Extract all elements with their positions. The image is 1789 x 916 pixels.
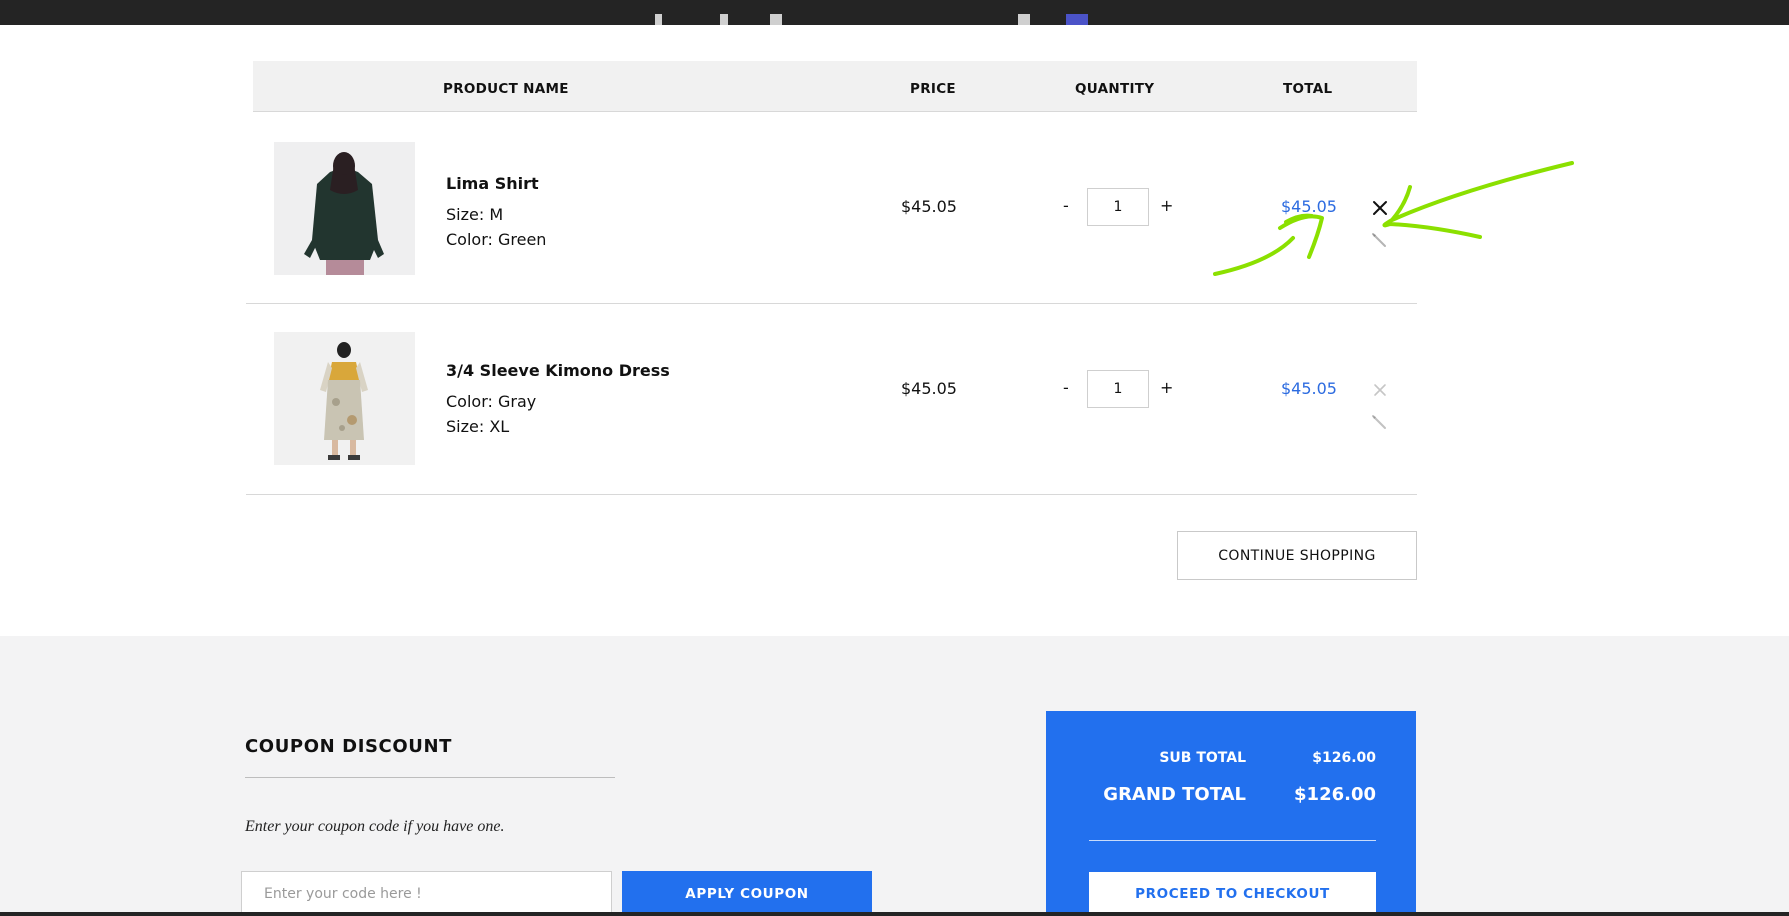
- coupon-title: COUPON DISCOUNT: [245, 736, 453, 757]
- dress-back-photo: [274, 332, 415, 465]
- quantity-increase-button[interactable]: +: [1160, 378, 1173, 397]
- nav-fragment: [655, 14, 662, 25]
- product-price: $45.05: [901, 197, 957, 216]
- cart-row: 3/4 Sleeve Kimono Dress Color: Gray Size…: [246, 303, 1417, 493]
- continue-shopping-button[interactable]: CONTINUE SHOPPING: [1177, 531, 1417, 580]
- nav-fragment: [1066, 14, 1088, 25]
- grand-total-value: $126.00: [1294, 784, 1376, 805]
- product-attribute-size: Size: M: [446, 205, 504, 224]
- product-price: $45.05: [901, 379, 957, 398]
- quantity-input[interactable]: [1087, 370, 1149, 408]
- edit-item-icon[interactable]: [1371, 232, 1387, 248]
- subtotal-value: $126.00: [1312, 750, 1376, 766]
- coupon-hint: Enter your coupon code if you have one.: [245, 818, 505, 835]
- product-name[interactable]: 3/4 Sleeve Kimono Dress: [446, 361, 670, 380]
- cart-table-header: PRODUCT NAME PRICE QUANTITY TOTAL: [253, 61, 1417, 112]
- coupon-divider: [245, 777, 615, 778]
- product-image[interactable]: [274, 332, 415, 465]
- coupon-code-input[interactable]: [241, 871, 612, 916]
- quantity-increase-button[interactable]: +: [1160, 196, 1173, 215]
- header-total: TOTAL: [1283, 81, 1333, 97]
- product-attribute-size: Size: XL: [446, 417, 510, 436]
- product-attribute-color: Color: Gray: [446, 392, 537, 411]
- quantity-input[interactable]: [1087, 188, 1149, 226]
- quantity-decrease-button[interactable]: -: [1063, 378, 1069, 397]
- cart-summary-section: COUPON DISCOUNT Enter your coupon code i…: [0, 636, 1789, 916]
- grand-total-label: GRAND TOTAL: [1103, 784, 1246, 805]
- shirt-back-photo: [274, 142, 415, 275]
- remove-item-icon[interactable]: [1371, 199, 1389, 217]
- cart-row: Lima Shirt Size: M Color: Green $45.05 -…: [246, 112, 1417, 302]
- summary-divider: [1089, 840, 1376, 841]
- remove-item-icon[interactable]: [1371, 381, 1389, 399]
- quantity-decrease-button[interactable]: -: [1063, 196, 1069, 215]
- header-price: PRICE: [910, 81, 956, 97]
- line-total: $45.05: [1281, 197, 1337, 216]
- row-divider: [246, 494, 1417, 495]
- product-image[interactable]: [274, 142, 415, 275]
- proceed-to-checkout-button[interactable]: PROCEED TO CHECKOUT: [1089, 872, 1376, 916]
- header-quantity: QUANTITY: [1075, 81, 1155, 97]
- apply-coupon-button[interactable]: APPLY COUPON: [622, 871, 872, 916]
- product-name[interactable]: Lima Shirt: [446, 174, 539, 193]
- header-product-name: PRODUCT NAME: [443, 81, 569, 97]
- nav-fragment: [720, 14, 728, 25]
- nav-fragment: [770, 14, 782, 25]
- order-summary-box: SUB TOTAL $126.00 GRAND TOTAL $126.00 PR…: [1046, 711, 1416, 916]
- subtotal-label: SUB TOTAL: [1159, 750, 1246, 766]
- product-attribute-color: Color: Green: [446, 230, 547, 249]
- top-navigation-bar: [0, 0, 1789, 25]
- line-total: $45.05: [1281, 379, 1337, 398]
- nav-fragment: [1018, 14, 1030, 25]
- edit-item-icon[interactable]: [1371, 414, 1387, 430]
- bottom-edge-bar: [0, 912, 1789, 916]
